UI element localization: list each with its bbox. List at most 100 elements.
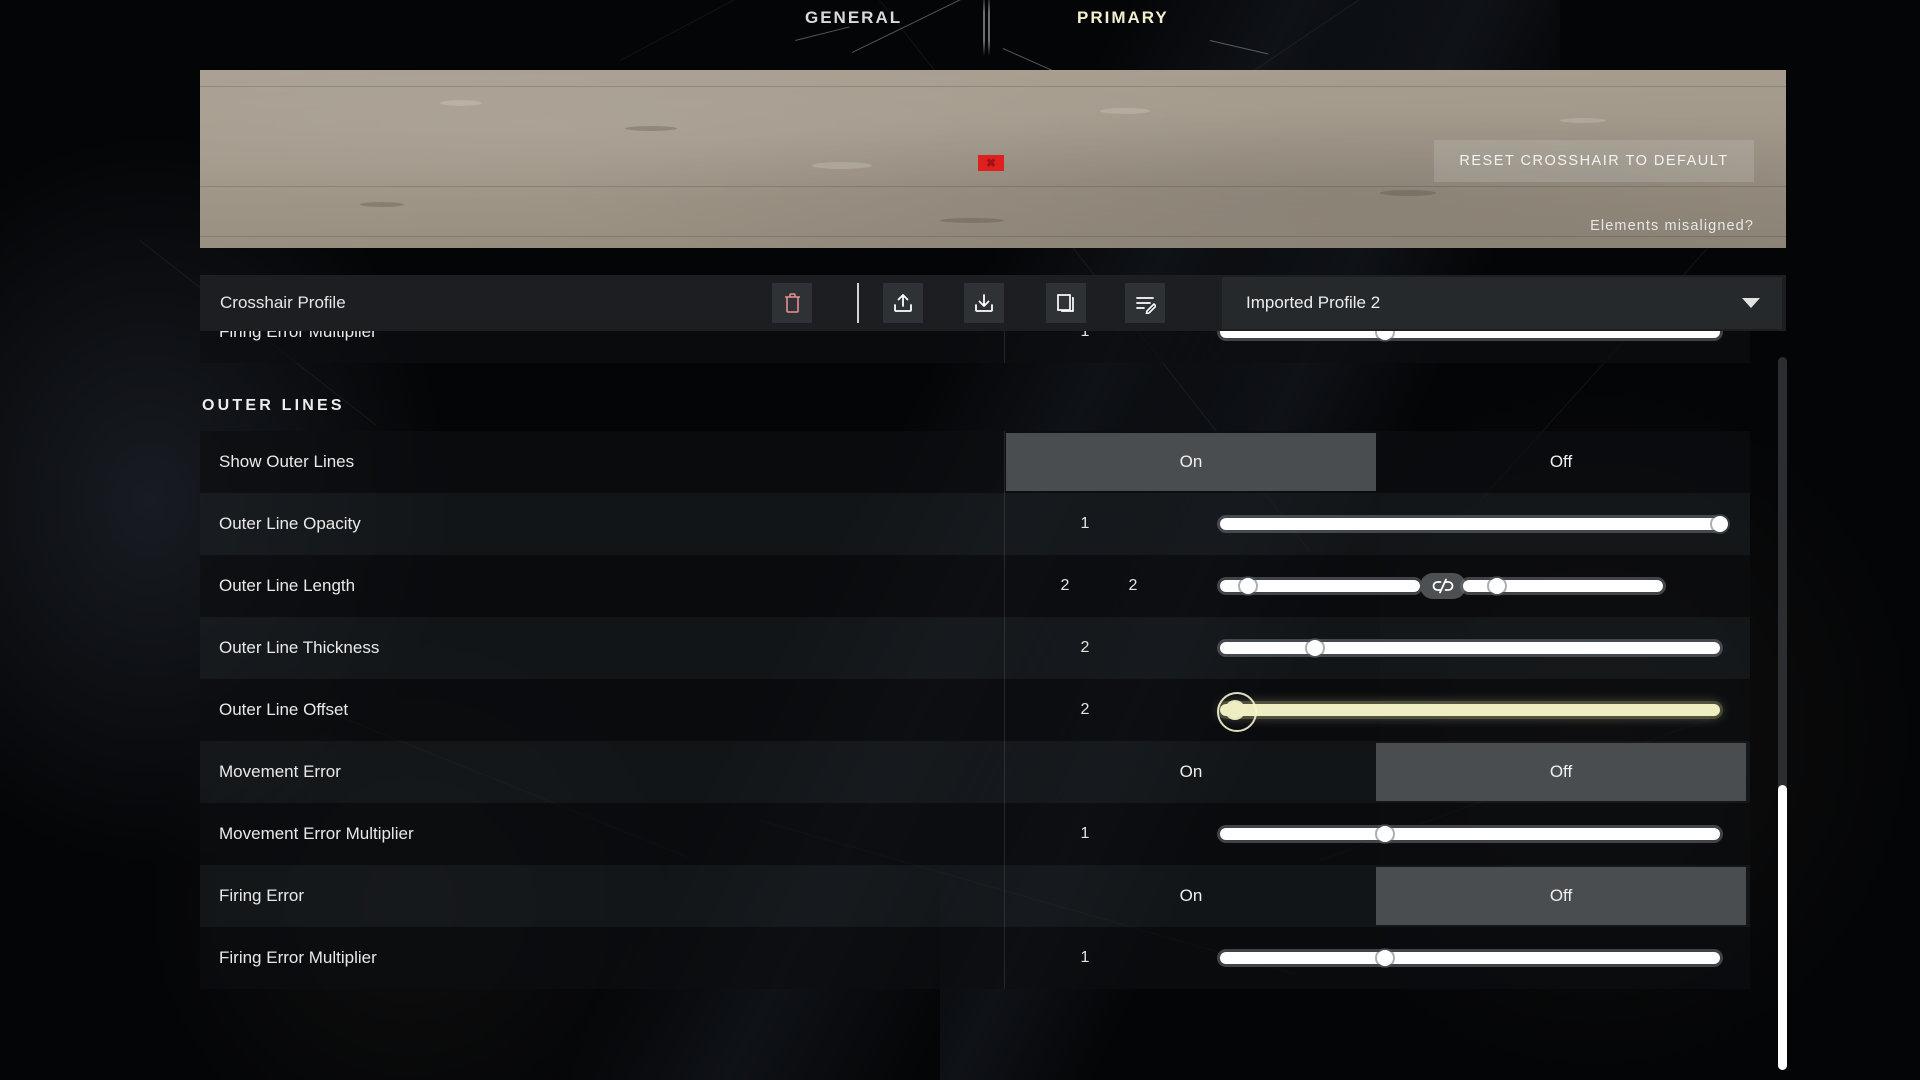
row-label: Outer Line Offset [219,700,349,719]
row-column-divider [1004,493,1005,555]
slider-track [1220,952,1720,964]
rename-list-icon [1136,297,1156,314]
settings-scroll-area: Firing Error Multiplier 1 OUTER LINES Sh… [200,331,1786,1080]
row-value: 1 [1080,949,1090,966]
table-row[interactable]: Outer Line Opacity 1 [200,493,1750,555]
row-label: Movement Error Multiplier [219,824,414,843]
export-profile-button[interactable] [883,283,923,323]
link-sliders-toggle[interactable] [1420,573,1466,599]
wall-detail-1 [440,100,482,106]
row-slider[interactable] [1220,826,1720,842]
row-label: Outer Line Length [219,576,356,595]
table-row[interactable]: Firing Error On Off [200,865,1750,927]
slider-track [1220,642,1720,654]
row-slider[interactable] [1220,331,1720,340]
settings-scrollbar[interactable] [1778,357,1787,1070]
toggle-option-off[interactable]: Off [1376,743,1746,801]
table-row[interactable]: Movement Error Multiplier 1 [200,803,1750,865]
row-label: Firing Error [219,886,305,905]
crosshair-preview-marker: ✖ [978,155,1004,171]
row-label: Outer Line Thickness [219,638,380,657]
wall-seam-mid [200,186,1786,187]
toggle-option-off[interactable]: Off [1376,867,1746,925]
scrollbar-thumb[interactable] [1778,784,1787,1070]
row-column-divider [1004,865,1005,927]
wall-seam-bottom [200,236,1786,237]
slider-knob[interactable] [1377,331,1393,340]
row-slider[interactable] [1217,692,1720,732]
row-label: Firing Error Multiplier [219,948,377,967]
row-slider[interactable] [1220,516,1728,532]
row-value: 1 [1080,515,1090,532]
tab-bar: GENERAL PRIMARY [0,0,1920,131]
row-slider-primary[interactable] [1220,578,1420,594]
tab-primary[interactable]: PRIMARY [1077,8,1169,28]
wall-detail-5 [1100,108,1150,114]
slider-knob[interactable] [1489,578,1505,594]
slider-knob[interactable] [1240,578,1256,594]
row-label: Show Outer Lines [219,452,355,471]
table-row[interactable]: Firing Error Multiplier 1 [200,331,1750,363]
slider-knob[interactable] [1377,950,1393,966]
table-row[interactable]: Outer Line Length 2 2 [200,555,1750,617]
import-profile-button[interactable] [964,283,1004,323]
row-column-divider [1004,431,1005,493]
chevron-down-icon [1742,298,1760,308]
upload-icon [894,294,912,312]
slider-knob[interactable] [1377,826,1393,842]
row-toggle: On Off [1006,433,1746,491]
trash-icon [784,293,800,313]
row-column-divider [1004,927,1005,989]
row-slider[interactable] [1220,950,1720,966]
wall-detail-4 [360,202,404,207]
unlink-icon [1432,578,1454,594]
tab-divider-2 [988,0,990,56]
row-slider-secondary[interactable] [1463,578,1663,594]
row-slider[interactable] [1220,640,1720,656]
table-row[interactable]: Firing Error Multiplier 1 [200,927,1750,989]
row-toggle: On Off [1006,867,1746,925]
table-row[interactable]: Show Outer Lines On Off [200,431,1750,493]
slider-track [1220,518,1720,530]
profile-select-dropdown[interactable]: Imported Profile 2 [1222,277,1782,329]
tab-divider [983,0,985,56]
slider-knob[interactable] [1227,702,1243,718]
slider-track [1220,331,1720,338]
wall-detail-6 [1380,190,1436,196]
row-value: 1 [1080,825,1090,842]
table-row[interactable]: Outer Line Offset 2 [200,679,1750,741]
tab-general[interactable]: GENERAL [805,8,902,28]
slider-knob[interactable] [1307,640,1323,656]
row-column-divider [1004,555,1005,617]
wall-detail-3 [812,162,872,169]
row-value: 2 [1060,577,1070,594]
elements-misaligned-link[interactable]: Elements misaligned? [1498,218,1754,234]
row-label: Firing Error Multiplier [219,331,377,341]
wall-detail-2 [625,126,677,131]
row-value: 1 [1080,331,1090,340]
row-column-divider [1004,679,1005,741]
toggle-option-off[interactable]: Off [1376,433,1746,491]
download-icon [975,294,993,312]
copy-icon [1057,294,1074,312]
section-header-outer-lines: OUTER LINES [200,377,1786,431]
wall-detail-7 [1560,118,1606,123]
row-toggle: On Off [1006,743,1746,801]
row-column-divider [1004,803,1005,865]
table-row[interactable]: Movement Error On Off [200,741,1750,803]
row-column-divider [1004,617,1005,679]
wall-detail-8 [940,218,1004,223]
row-value-secondary: 2 [1128,577,1138,594]
table-row[interactable]: Outer Line Thickness 2 [200,617,1750,679]
reset-crosshair-button[interactable]: RESET CROSSHAIR TO DEFAULT [1434,140,1754,182]
rename-profile-button[interactable] [1125,283,1165,323]
row-label: Movement Error [219,762,341,781]
slider-knob[interactable] [1712,516,1728,532]
toggle-option-on[interactable]: On [1006,867,1376,925]
duplicate-profile-button[interactable] [1046,283,1086,323]
toggle-option-on[interactable]: On [1006,433,1376,491]
toggle-option-on[interactable]: On [1006,743,1376,801]
crosshair-profile-label: Crosshair Profile [220,293,346,312]
toolbar-divider [857,283,859,323]
delete-profile-button[interactable] [772,283,812,323]
